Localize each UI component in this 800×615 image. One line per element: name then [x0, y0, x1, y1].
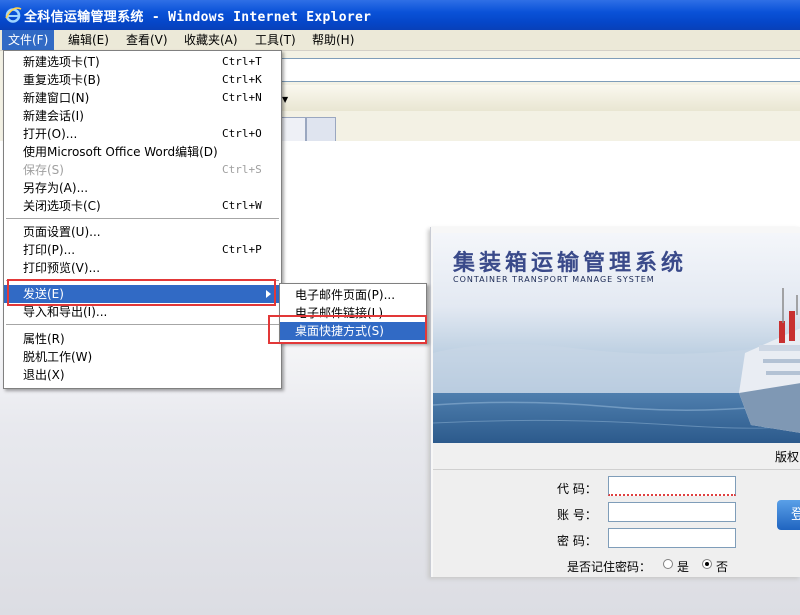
title-bar: 全科信运输管理系统 - Windows Internet Explorer: [0, 0, 800, 30]
password-input[interactable]: [608, 528, 736, 548]
account-label: 账 号：: [557, 508, 597, 522]
account-input[interactable]: [608, 502, 736, 522]
ie-icon: [5, 7, 22, 23]
menu-item-shortcut: Ctrl+T: [222, 55, 262, 68]
menu-item-label: 电子邮件页面(P)...: [295, 288, 396, 302]
menu-item-label: 打印预览(V)...: [23, 261, 101, 275]
tab-new[interactable]: [306, 117, 336, 142]
menu-favorites[interactable]: 收藏夹(A): [178, 30, 244, 50]
menu-item-label: 使用Microsoft Office Word编辑(D): [23, 145, 218, 159]
remember-yes-radio[interactable]: [663, 559, 673, 569]
menu-item-shortcut: Ctrl+P: [222, 243, 262, 256]
menu-item-send[interactable]: 发送(E): [4, 285, 281, 303]
copyright-text: 版权: [774, 450, 799, 464]
remember-password-label: 是否记住密码：: [567, 560, 652, 574]
menu-item-label: 关闭选项卡(C): [23, 199, 101, 213]
menu-item-import-export[interactable]: 导入和导出(I)...: [4, 303, 281, 321]
menu-item-new-tab[interactable]: 新建选项卡(T) Ctrl+T: [4, 53, 281, 71]
menu-item-label: 新建会话(I): [23, 109, 84, 123]
code-input[interactable]: [608, 476, 736, 496]
menu-item-work-offline[interactable]: 脱机工作(W): [4, 348, 281, 366]
menu-item-label: 打开(O)...: [23, 127, 78, 141]
window-title: 全科信运输管理系统 - Windows Internet Explorer: [24, 10, 372, 25]
menu-separator: [6, 280, 279, 281]
menu-item-shortcut: Ctrl+K: [222, 73, 262, 86]
menu-item-label: 桌面快捷方式(S): [295, 324, 384, 338]
menu-item-shortcut: Ctrl+W: [222, 199, 262, 212]
menu-item-new-session[interactable]: 新建会话(I): [4, 107, 281, 125]
menu-item-save-as[interactable]: 另存为(A)...: [4, 179, 281, 197]
login-banner: 集装箱运输管理系统 CONTAINER TRANSPORT MANAGE SYS…: [433, 233, 800, 443]
menu-item-label: 新建选项卡(T): [23, 55, 100, 69]
menu-item-page-setup[interactable]: 页面设置(U)...: [4, 223, 281, 241]
password-label: 密 码：: [557, 534, 597, 548]
favorites-bar: [280, 85, 800, 111]
menu-bar: 文件(F) 编辑(E) 查看(V) 收藏夹(A) 工具(T) 帮助(H): [0, 30, 800, 51]
menu-item-print[interactable]: 打印(P)... Ctrl+P: [4, 241, 281, 259]
system-subtitle: CONTAINER TRANSPORT MANAGE SYSTEM: [453, 275, 655, 284]
menu-item-duplicate-tab[interactable]: 重复选项卡(B) Ctrl+K: [4, 71, 281, 89]
menu-item-properties[interactable]: 属性(R): [4, 330, 281, 348]
menu-item-label: 退出(X): [23, 368, 65, 382]
send-submenu: 电子邮件页面(P)... 电子邮件链接(L)... 桌面快捷方式(S): [279, 283, 427, 343]
menu-item-shortcut: Ctrl+N: [222, 91, 262, 104]
submenu-item-desktop-shortcut[interactable]: 桌面快捷方式(S): [280, 322, 426, 340]
tab-current[interactable]: [280, 117, 306, 142]
menu-item-shortcut: Ctrl+O: [222, 127, 262, 140]
system-title: 集装箱运输管理系统: [453, 250, 688, 276]
dropdown-arrow-icon[interactable]: ▼: [282, 95, 288, 104]
menu-item-save: 保存(S) Ctrl+S: [4, 161, 281, 179]
login-form: 代 码： 账 号： 密 码： 是否记住密码： 是 否 登: [433, 470, 800, 577]
remember-no-radio[interactable]: [702, 559, 712, 569]
submenu-item-email-link[interactable]: 电子邮件链接(L)...: [280, 304, 426, 322]
menu-item-label: 脱机工作(W): [23, 350, 93, 364]
submenu-arrow-icon: [266, 290, 271, 298]
menu-item-close-tab[interactable]: 关闭选项卡(C) Ctrl+W: [4, 197, 281, 215]
menu-item-label: 打印(P)...: [23, 243, 76, 257]
login-window: 集装箱运输管理系统 CONTAINER TRANSPORT MANAGE SYS…: [430, 227, 800, 577]
menu-separator: [6, 324, 279, 325]
remember-no-label: 否: [716, 560, 729, 574]
menu-item-label: 保存(S): [23, 163, 64, 177]
menu-item-label: 导入和导出(I)...: [23, 305, 108, 319]
menu-item-exit[interactable]: 退出(X): [4, 366, 281, 384]
menu-item-label: 电子邮件链接(L)...: [295, 306, 395, 320]
menu-item-new-window[interactable]: 新建窗口(N) Ctrl+N: [4, 89, 281, 107]
address-bar[interactable]: [280, 58, 800, 82]
code-label: 代 码：: [557, 482, 597, 496]
submenu-item-email-page[interactable]: 电子邮件页面(P)...: [280, 286, 426, 304]
menu-item-label: 另存为(A)...: [23, 181, 89, 195]
remember-yes-label: 是: [677, 560, 690, 574]
menu-item-label: 发送(E): [23, 287, 64, 301]
menu-separator: [6, 218, 279, 219]
copyright-strip: 版权: [433, 443, 800, 470]
login-button[interactable]: 登: [777, 500, 800, 530]
menu-tools[interactable]: 工具(T): [249, 30, 302, 50]
menu-item-label: 属性(R): [23, 332, 65, 346]
menu-item-print-preview[interactable]: 打印预览(V)...: [4, 259, 281, 277]
menu-edit[interactable]: 编辑(E): [62, 30, 115, 50]
file-menu: 新建选项卡(T) Ctrl+T 重复选项卡(B) Ctrl+K 新建窗口(N) …: [3, 50, 282, 389]
menu-item-edit-with-word[interactable]: 使用Microsoft Office Word编辑(D): [4, 143, 281, 161]
menu-item-shortcut: Ctrl+S: [222, 163, 262, 176]
menu-item-label: 页面设置(U)...: [23, 225, 101, 239]
menu-view[interactable]: 查看(V): [120, 30, 174, 50]
menu-item-label: 重复选项卡(B): [23, 73, 101, 87]
menu-item-open[interactable]: 打开(O)... Ctrl+O: [4, 125, 281, 143]
menu-file[interactable]: 文件(F): [2, 30, 55, 50]
menu-help[interactable]: 帮助(H): [306, 30, 360, 50]
menu-item-label: 新建窗口(N): [23, 91, 90, 105]
